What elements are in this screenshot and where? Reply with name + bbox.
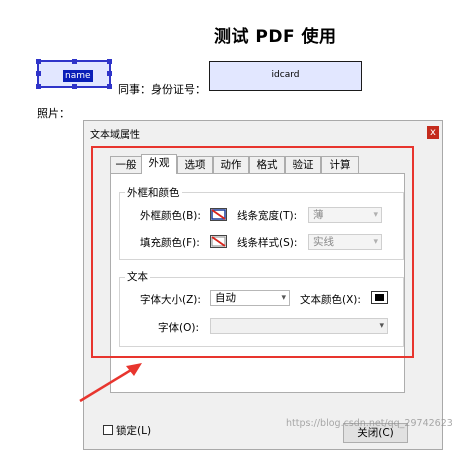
resize-handle-ml[interactable] <box>36 71 41 76</box>
resize-handle-mr[interactable] <box>107 71 112 76</box>
name-field-text: name <box>63 70 93 82</box>
highlight-annotation-box <box>91 146 414 358</box>
lock-label: 锁定(L) <box>116 425 152 437</box>
close-icon[interactable]: x <box>427 126 439 139</box>
id-number-label: 同事：身份证号： <box>118 83 206 96</box>
document-title: 测试 PDF 使用 <box>214 27 337 47</box>
resize-handle-tc[interactable] <box>72 59 77 64</box>
resize-handle-tr[interactable] <box>107 59 112 64</box>
name-form-field[interactable]: name <box>36 59 112 89</box>
idcard-field-text: idcard <box>271 70 300 80</box>
watermark: https://blog.csdn.net/qq_29742623 <box>286 418 453 429</box>
resize-handle-tl[interactable] <box>36 59 41 64</box>
annotation-arrow <box>79 363 142 403</box>
resize-handle-br[interactable] <box>107 84 112 89</box>
dialog-title: 文本域属性 <box>90 130 140 141</box>
resize-handle-bc[interactable] <box>72 84 77 89</box>
idcard-form-field[interactable]: idcard <box>209 61 362 91</box>
photo-label: 照片： <box>37 107 70 120</box>
lock-checkbox[interactable] <box>103 425 113 435</box>
resize-handle-bl[interactable] <box>36 84 41 89</box>
